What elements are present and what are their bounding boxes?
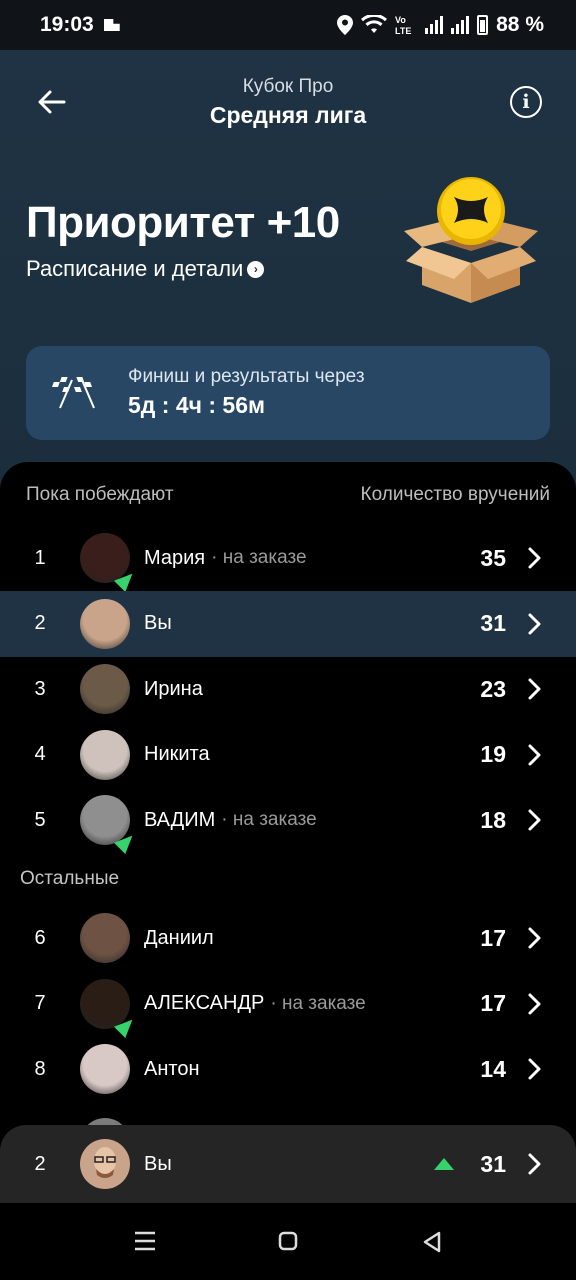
table-row[interactable]: 7 АЛЕКСАНДР · на заказе 17 bbox=[0, 971, 576, 1038]
delivery-count: 17 bbox=[480, 990, 506, 1016]
delivery-count: 31 bbox=[480, 610, 506, 636]
chevron-right-icon bbox=[528, 809, 541, 831]
schedule-details-label: Расписание и детали bbox=[26, 256, 244, 281]
rank: 4 bbox=[34, 743, 46, 765]
info-icon[interactable]: i bbox=[510, 86, 542, 118]
driver-name: Вы bbox=[144, 612, 172, 634]
volte-icon: VoLTE bbox=[395, 15, 411, 36]
table-row-me[interactable]: 2 Вы 31 bbox=[0, 590, 576, 657]
winners-label: Пока побеждают bbox=[26, 484, 174, 505]
avatar bbox=[80, 598, 130, 649]
delivery-count: 19 bbox=[480, 741, 506, 767]
driver-status: · на заказе bbox=[270, 992, 366, 1014]
avatar bbox=[80, 729, 130, 780]
delivery-count: 14 bbox=[480, 1055, 506, 1082]
wifi-icon bbox=[361, 15, 388, 33]
reward-box-icon bbox=[404, 177, 538, 303]
delivery-count: 18 bbox=[480, 806, 506, 833]
signal-icon-1 bbox=[425, 16, 444, 34]
chevron-right-icon bbox=[528, 613, 541, 634]
svg-text:Vo: Vo bbox=[395, 15, 406, 25]
leaderboard[interactable]: Пока побеждают Количество вручений 1 Мари… bbox=[0, 462, 576, 1182]
chevron-right-icon: › bbox=[247, 260, 265, 278]
home-icon[interactable] bbox=[278, 1231, 298, 1251]
my-position-bar[interactable]: 2 Вы 31 bbox=[0, 1125, 576, 1203]
rank: 6 bbox=[34, 926, 46, 949]
recent-apps-icon[interactable] bbox=[134, 1231, 156, 1251]
others-label: Остальные bbox=[20, 868, 120, 889]
table-row[interactable]: 5 ВАДИМ · на заказе 18 bbox=[0, 787, 576, 855]
driver-name: Антон bbox=[144, 1057, 200, 1080]
chevron-right-icon bbox=[528, 744, 541, 765]
on-order-arrow-icon bbox=[113, 1013, 139, 1038]
priority-title: Приоритет +10 bbox=[26, 198, 340, 247]
hero-section: Кубок Про Средняя лига i Приоритет +10 Р… bbox=[0, 50, 576, 490]
avatar bbox=[80, 978, 139, 1038]
finish-label: Финиш и результаты через bbox=[128, 366, 365, 387]
driver-name: Ирина bbox=[144, 677, 203, 700]
avatar bbox=[80, 1044, 130, 1094]
delivery-count: 23 bbox=[480, 675, 506, 702]
chevron-right-icon bbox=[528, 993, 541, 1014]
trend-up-icon bbox=[434, 1158, 455, 1170]
avatar bbox=[80, 913, 130, 963]
status-icons: Vo LTE 88 % bbox=[337, 13, 544, 37]
driver-status: · на заказе bbox=[221, 809, 317, 830]
rank: 7 bbox=[34, 992, 46, 1014]
driver-name: АЛЕКСАНДР bbox=[144, 992, 265, 1014]
on-order-arrow-icon bbox=[113, 829, 139, 855]
driver-name: Мария bbox=[144, 546, 206, 569]
signal-icon-2 bbox=[451, 16, 470, 34]
chevron-right-icon bbox=[528, 547, 541, 569]
header-subtitle: Кубок Про bbox=[242, 76, 334, 97]
my-rank: 2 bbox=[34, 1152, 46, 1175]
status-time: 19:03 bbox=[40, 13, 94, 36]
finish-countdown-card: Финиш и результаты через 5д : 4ч : 56м bbox=[26, 346, 550, 440]
battery-level: 88 % bbox=[496, 13, 544, 36]
on-order-arrow-icon bbox=[113, 567, 139, 593]
rank: 2 bbox=[34, 612, 46, 634]
count-label: Количество вручений bbox=[360, 484, 550, 505]
table-row[interactable]: 8 Антон 14 bbox=[0, 1036, 576, 1102]
delivery-count: 17 bbox=[480, 924, 506, 951]
sim-card-icon bbox=[103, 19, 120, 31]
schedule-details-link[interactable]: Расписание и детали › bbox=[26, 256, 265, 282]
table-row[interactable]: 6 Даниил 17 bbox=[0, 905, 576, 971]
rank: 8 bbox=[34, 1057, 46, 1080]
page-title: Средняя лига bbox=[209, 102, 367, 128]
rank: 3 bbox=[34, 677, 46, 700]
rank: 1 bbox=[34, 546, 46, 569]
back-nav-icon[interactable] bbox=[422, 1231, 442, 1253]
avatar bbox=[80, 795, 139, 855]
chevron-right-icon bbox=[528, 1058, 541, 1080]
page-header: Кубок Про Средняя лига bbox=[0, 76, 576, 129]
system-navigation-bar bbox=[0, 1203, 576, 1280]
location-icon bbox=[337, 15, 354, 35]
avatar bbox=[80, 664, 130, 714]
table-row[interactable]: 3 Ирина 23 bbox=[0, 656, 576, 722]
table-row[interactable]: 4 Никита 19 bbox=[0, 722, 576, 788]
chevron-right-icon bbox=[528, 1153, 541, 1175]
finish-countdown: 5д : 4ч : 56м bbox=[128, 392, 266, 418]
chevron-right-icon bbox=[528, 678, 541, 700]
rank: 5 bbox=[34, 808, 46, 831]
avatar bbox=[80, 533, 139, 593]
my-name: Вы bbox=[144, 1152, 172, 1175]
driver-name: Никита bbox=[144, 743, 210, 765]
svg-text:LTE: LTE bbox=[395, 26, 411, 36]
driver-name: Даниил bbox=[144, 926, 214, 949]
checkered-flags-icon bbox=[52, 377, 95, 409]
my-count: 31 bbox=[480, 1150, 506, 1177]
my-avatar bbox=[80, 1139, 130, 1189]
status-bar: 19:03 Vo LTE 88 % bbox=[0, 0, 576, 50]
battery-icon bbox=[477, 15, 489, 35]
chevron-right-icon bbox=[528, 927, 541, 949]
driver-name: ВАДИМ bbox=[144, 808, 216, 831]
table-row[interactable]: 1 Мария · на заказе 35 bbox=[0, 525, 576, 593]
leaderboard-header: Пока побеждают Количество вручений bbox=[26, 484, 550, 506]
delivery-count: 35 bbox=[480, 544, 506, 571]
driver-status: · на заказе bbox=[211, 547, 307, 568]
